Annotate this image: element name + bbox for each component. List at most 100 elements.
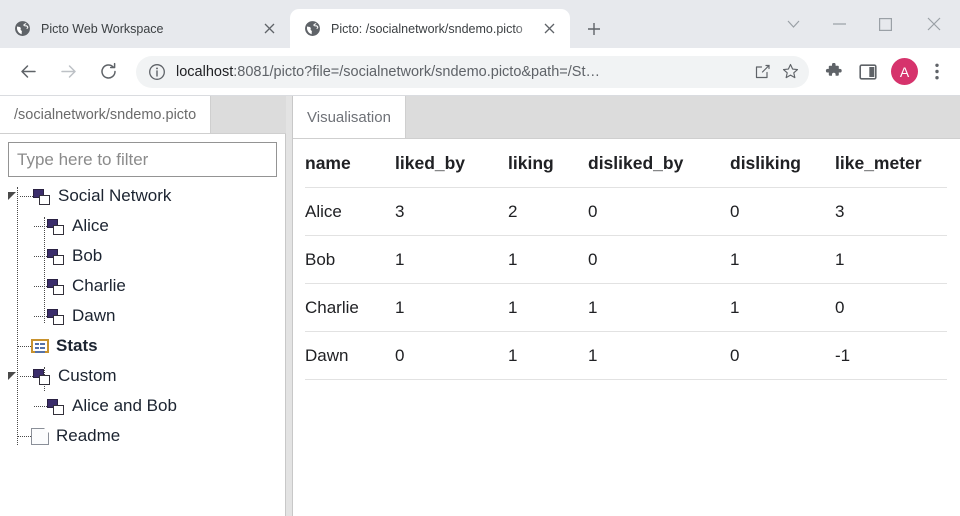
node-icon [33, 368, 51, 385]
tree-item-stats[interactable]: Stats [8, 331, 277, 361]
tab-title: Picto Web Workspace [41, 21, 164, 36]
cell-liking: 1 [508, 235, 588, 284]
tree-item-label: Alice and Bob [72, 396, 177, 415]
tree-indent [8, 421, 31, 451]
star-icon[interactable] [777, 59, 803, 85]
tab-title: Picto: /socialnetwork/sndemo.picto [331, 21, 523, 36]
node-icon [47, 278, 65, 295]
tree-item-custom[interactable]: Custom [8, 361, 277, 391]
cell-liking: 2 [508, 187, 588, 236]
visualisation-tabbar: Visualisation [293, 96, 960, 139]
url-rest: :8081/picto?file=/socialnetwork/sndemo.p… [233, 63, 600, 80]
avatar[interactable]: A [891, 58, 918, 85]
tree-item-dawn[interactable]: Dawn [8, 301, 277, 331]
tree-item-label: Dawn [72, 306, 116, 325]
share-icon[interactable] [749, 59, 775, 85]
tree-item-label: Bob [72, 246, 103, 265]
cell-liking: 1 [508, 331, 588, 380]
node-icon [47, 248, 65, 265]
tree-indent [8, 331, 31, 361]
left-panel-body: Social Network Alice [0, 134, 286, 516]
forward-arrow-icon[interactable] [52, 56, 84, 88]
tree-dash [20, 375, 33, 377]
tree-item-bob[interactable]: Bob [8, 241, 277, 271]
page-content: /socialnetwork/sndemo.picto Type here to… [0, 96, 960, 516]
globe-icon [305, 21, 320, 36]
visualisation-panel: Visualisation name liked_by liking disli… [293, 96, 960, 516]
side-panel-icon[interactable] [853, 57, 883, 87]
back-arrow-icon[interactable] [12, 56, 44, 88]
tree-dash [34, 225, 47, 227]
cell-disliked-by: 1 [588, 331, 730, 380]
close-icon[interactable] [908, 4, 960, 44]
model-tree: Social Network Alice Bob Charlie Dawn St… [8, 181, 277, 516]
table-row: Bob 1 1 0 1 1 [305, 235, 947, 284]
tree-dash [34, 255, 47, 257]
filter-input[interactable] [8, 142, 277, 177]
tree-item-alice[interactable]: Alice [8, 211, 277, 241]
column-header-disliked-by: disliked_by [588, 139, 730, 188]
tree-item-alice-and-bob[interactable]: Alice and Bob [8, 391, 277, 421]
table-body: Alice 3 2 0 0 3 Bob 1 1 0 1 1 Charlie 1 … [305, 187, 947, 380]
tree-dash [34, 405, 47, 407]
column-header-like-meter: like_meter [835, 139, 947, 188]
globe-icon [15, 21, 30, 36]
tree-indent [8, 211, 47, 241]
cell-name: Bob [305, 235, 395, 284]
puzzle-piece-icon[interactable] [819, 57, 849, 87]
address-bar[interactable]: localhost:8081/picto?file=/socialnetwork… [136, 55, 809, 88]
cell-liked-by: 0 [395, 331, 508, 380]
tree-dash [34, 315, 47, 317]
cell-name: Alice [305, 187, 395, 236]
browser-tab-2[interactable]: Picto: /socialnetwork/sndemo.picto [290, 9, 570, 48]
info-circle-icon[interactable] [148, 63, 166, 81]
cell-disliking: 1 [730, 283, 835, 332]
tree-item-social-network[interactable]: Social Network [8, 181, 277, 211]
close-icon[interactable] [538, 18, 560, 40]
tree-item-label: Readme [56, 426, 121, 445]
cell-disliked-by: 1 [588, 283, 730, 332]
cell-liking: 1 [508, 283, 588, 332]
document-icon [31, 427, 49, 445]
browser-tab-1[interactable]: Picto Web Workspace [0, 9, 290, 48]
three-dot-menu-icon[interactable] [922, 57, 952, 87]
tab-model-file[interactable]: /socialnetwork/sndemo.picto [0, 96, 212, 133]
chevron-expanded-icon[interactable] [8, 192, 18, 200]
tab-search-icon[interactable] [770, 4, 816, 44]
tree-item-label: Custom [58, 366, 117, 385]
minimize-icon[interactable] [816, 4, 862, 44]
tree-expander-row [8, 181, 33, 211]
tree-dash [34, 285, 47, 287]
chevron-expanded-icon[interactable] [8, 372, 18, 380]
tree-indent [8, 391, 47, 421]
tab-visualisation-label: Visualisation [307, 108, 391, 126]
cell-disliking: 0 [730, 331, 835, 380]
cell-liked-by: 1 [395, 235, 508, 284]
tab-strip: Picto Web Workspace Picto: /socialnetwor… [0, 0, 960, 48]
close-icon[interactable] [258, 18, 280, 40]
tab-model-file-label: /socialnetwork/sndemo.picto [14, 106, 197, 123]
node-icon [33, 188, 51, 205]
node-icon [47, 218, 65, 235]
cell-disliked-by: 0 [588, 235, 730, 284]
cell-disliked-by: 0 [588, 187, 730, 236]
tree-item-readme[interactable]: Readme [8, 421, 277, 451]
cell-liked-by: 1 [395, 283, 508, 332]
tree-indent [8, 241, 47, 271]
table-row: Alice 3 2 0 0 3 [305, 187, 947, 236]
table-header-row: name liked_by liking disliked_by disliki… [305, 139, 947, 188]
new-tab-button[interactable] [580, 15, 608, 43]
browser-toolbar: localhost:8081/picto?file=/socialnetwork… [0, 48, 960, 96]
column-header-liked-by: liked_by [395, 139, 508, 188]
maximize-icon[interactable] [862, 4, 908, 44]
window-controls [770, 0, 960, 48]
cell-like-meter: 3 [835, 187, 947, 236]
panel-splitter[interactable] [286, 96, 293, 516]
reload-icon[interactable] [92, 56, 124, 88]
tree-item-label: Charlie [72, 276, 126, 295]
tree-item-label: Alice [72, 216, 109, 235]
tree-item-charlie[interactable]: Charlie [8, 271, 277, 301]
tree-item-label: Stats [56, 336, 98, 355]
tab-visualisation[interactable]: Visualisation [293, 96, 406, 138]
tree-expander-row [8, 361, 33, 391]
